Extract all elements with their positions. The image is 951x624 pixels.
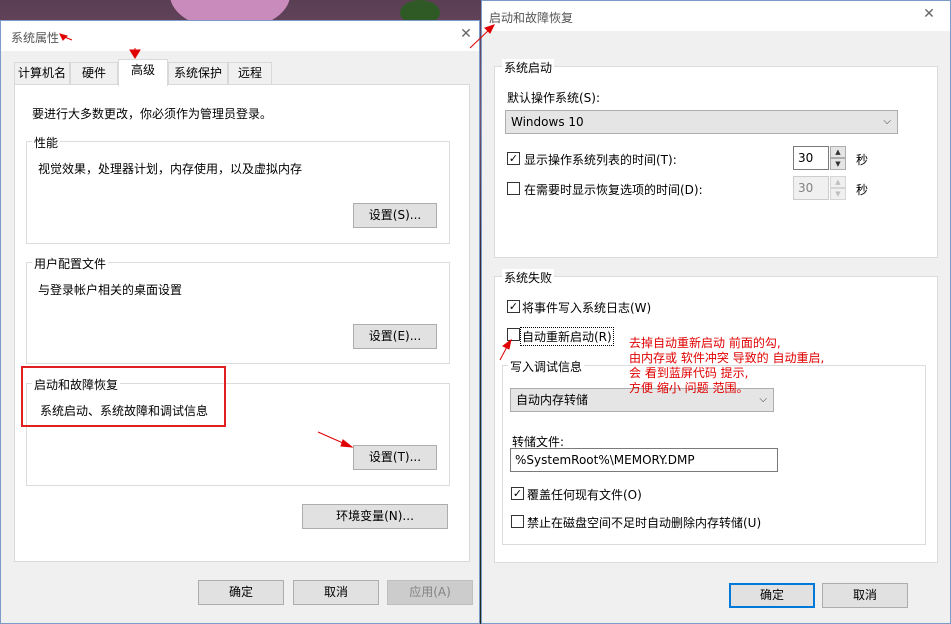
show-os-list-spinner[interactable]: ▲ ▼ xyxy=(830,146,846,170)
write-event-label: 将事件写入系统日志(W) xyxy=(522,301,652,315)
user-profiles-settings-button[interactable]: 设置(E)... xyxy=(353,324,437,349)
show-recovery-checkbox[interactable] xyxy=(507,182,520,195)
tab-hardware[interactable]: 硬件 xyxy=(70,62,118,84)
performance-label: 性能 xyxy=(32,134,61,151)
seconds-label: 秒 xyxy=(856,183,869,197)
close-icon[interactable]: ✕ xyxy=(922,7,936,21)
admin-notice: 要进行大多数更改，你必须作为管理员登录。 xyxy=(32,107,273,121)
show-recovery-spinner[interactable]: ▲ ▼ xyxy=(830,176,846,200)
spin-up-icon[interactable]: ▲ xyxy=(830,146,846,158)
performance-settings-button[interactable]: 设置(S)... xyxy=(353,203,437,228)
performance-desc: 视觉效果，处理器计划，内存使用，以及虚拟内存 xyxy=(38,162,303,176)
tab-advanced[interactable]: 高级 xyxy=(118,59,168,86)
default-os-select[interactable]: Windows 10 ⌵ xyxy=(505,110,898,134)
performance-group xyxy=(26,141,450,244)
spin-up-icon[interactable]: ▲ xyxy=(830,176,846,188)
default-os-label: 默认操作系统(S): xyxy=(507,91,601,105)
highlight-box xyxy=(21,366,226,427)
user-profiles-desc: 与登录帐户相关的桌面设置 xyxy=(38,283,183,297)
system-startup-label: 系统启动 xyxy=(502,59,555,76)
disable-auto-delete-checkbox[interactable] xyxy=(511,515,524,528)
dialog-ok-button[interactable]: 确定 xyxy=(729,583,815,608)
apply-button[interactable]: 应用(A) xyxy=(387,580,473,605)
show-recovery-seconds-input[interactable]: 30 xyxy=(793,176,829,200)
spin-down-icon[interactable]: ▼ xyxy=(830,158,846,170)
user-profiles-label: 用户配置文件 xyxy=(32,255,109,272)
auto-restart-label: 自动重新启动(R) xyxy=(520,327,614,346)
dialog-cancel-button[interactable]: 取消 xyxy=(822,583,908,608)
auto-restart-checkbox[interactable] xyxy=(507,328,520,341)
spin-down-icon[interactable]: ▼ xyxy=(830,188,846,200)
startup-recovery-titlebar[interactable]: 启动和故障恢复 ✕ xyxy=(482,1,950,31)
window-title: 系统属性 xyxy=(11,31,60,45)
chevron-down-icon: ⌵ xyxy=(883,116,891,127)
show-os-list-label: 显示操作系统列表的时间(T): xyxy=(524,153,677,167)
disable-auto-delete-label: 禁止在磁盘空间不足时自动删除内存转储(U) xyxy=(527,516,762,530)
annotation-note: 去掉自动重新启动 前面的勾, 由内存或 软件冲突 导致的 自动重启, 会 看到蓝… xyxy=(629,336,825,395)
seconds-label: 秒 xyxy=(856,153,869,167)
environment-variables-button[interactable]: 环境变量(N)... xyxy=(302,504,448,529)
startup-recovery-settings-button[interactable]: 设置(T)... xyxy=(353,445,437,470)
cancel-button[interactable]: 取消 xyxy=(293,580,379,605)
dialog-title: 启动和故障恢复 xyxy=(489,11,574,25)
tab-computer-name[interactable]: 计算机名 xyxy=(14,62,70,84)
show-recovery-label: 在需要时显示恢复选项的时间(D): xyxy=(524,183,703,197)
show-os-list-checkbox[interactable]: ✓ xyxy=(507,152,520,165)
debug-info-label: 写入调试信息 xyxy=(508,358,585,375)
ok-button[interactable]: 确定 xyxy=(198,580,284,605)
system-failure-label: 系统失败 xyxy=(502,269,555,286)
dump-file-input[interactable]: %SystemRoot%\MEMORY.DMP xyxy=(510,448,778,472)
tab-system-protection[interactable]: 系统保护 xyxy=(168,62,228,84)
close-icon[interactable]: ✕ xyxy=(459,27,473,41)
write-event-checkbox[interactable]: ✓ xyxy=(507,300,520,313)
overwrite-checkbox[interactable]: ✓ xyxy=(511,487,524,500)
show-os-list-seconds-input[interactable]: 30 xyxy=(793,146,829,170)
system-properties-titlebar[interactable]: 系统属性 ✕ xyxy=(1,21,479,51)
tab-remote[interactable]: 远程 xyxy=(228,62,272,84)
overwrite-label: 覆盖任何现有文件(O) xyxy=(527,488,642,502)
